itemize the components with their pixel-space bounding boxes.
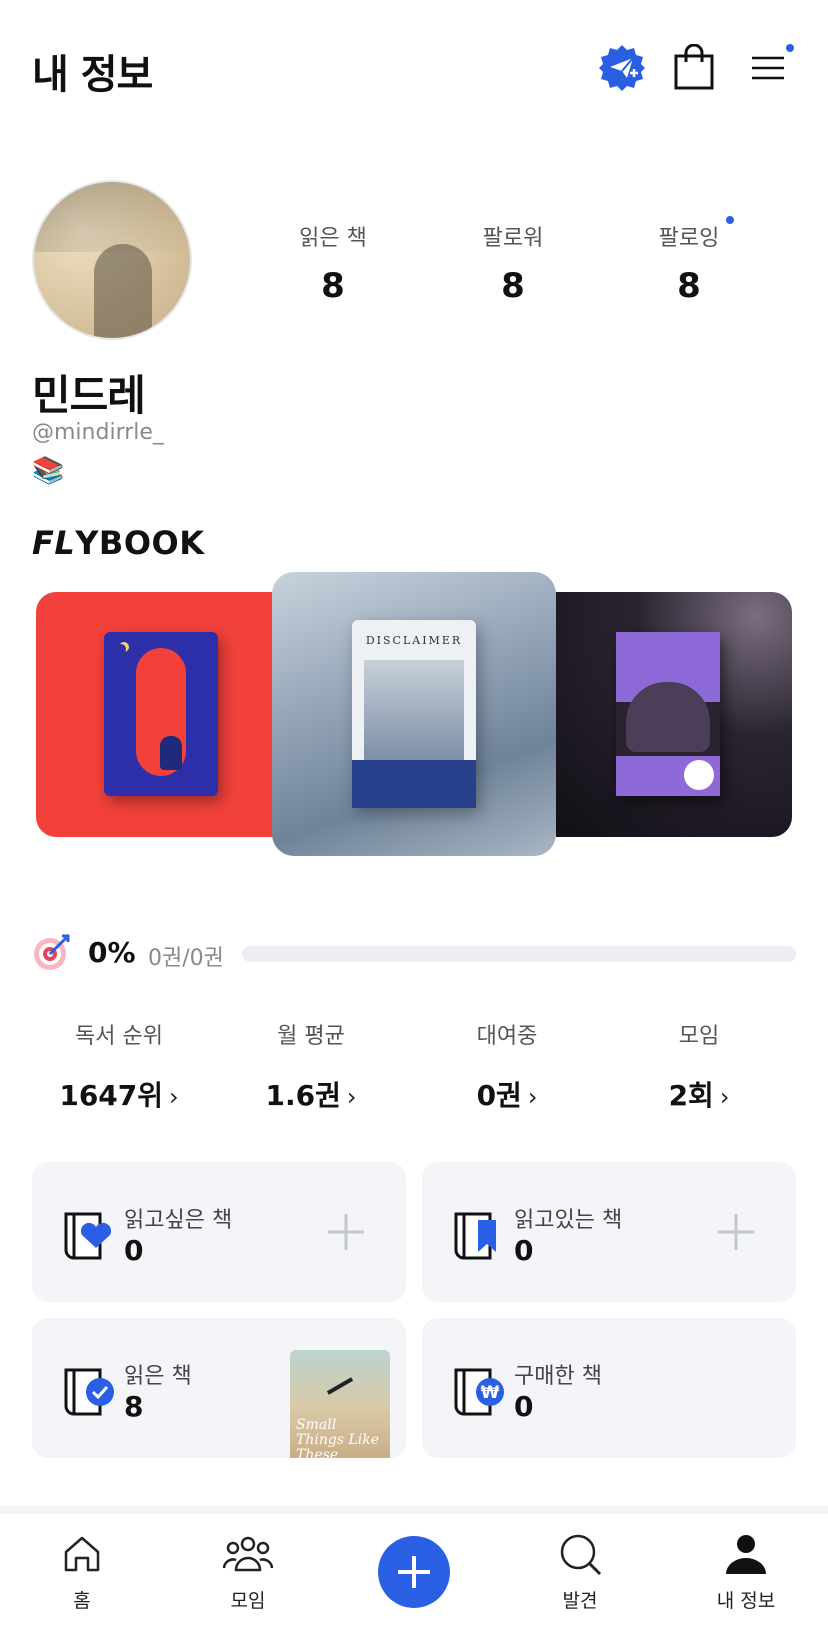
user-name: 민드레 bbox=[32, 371, 146, 420]
metric-label: 대여중 bbox=[476, 1024, 538, 1049]
shelf-purchased[interactable]: ₩ 구매한 책 0 bbox=[422, 1318, 796, 1458]
svg-text:₩: ₩ bbox=[481, 1383, 500, 1403]
stat-value: 8 bbox=[677, 266, 701, 306]
shelf-read[interactable]: 읽은 책 8 Small Things Like These bbox=[32, 1318, 406, 1458]
shelf-count: 0 bbox=[514, 1234, 534, 1267]
flybook-card[interactable] bbox=[556, 592, 792, 837]
plus-icon bbox=[398, 1556, 430, 1588]
chevron-right-icon: › bbox=[527, 1083, 538, 1111]
page-title: 내 정보 bbox=[32, 52, 153, 98]
avatar[interactable] bbox=[32, 180, 192, 340]
people-group-icon bbox=[222, 1536, 274, 1572]
hamburger-menu-icon bbox=[752, 56, 784, 80]
metric-value: 2회 › bbox=[668, 1079, 730, 1112]
menu-button[interactable] bbox=[740, 40, 796, 96]
metric-monthly-average[interactable]: 월 평균 1.6권 › bbox=[216, 1018, 406, 1114]
user-handle: @mindirrle_ bbox=[32, 420, 164, 445]
goal-count: 0권/0권 bbox=[148, 946, 224, 971]
add-icon[interactable] bbox=[716, 1212, 756, 1252]
shelf-label: 읽은 책 bbox=[124, 1364, 192, 1389]
shelf-book-thumbnail[interactable]: Small Things Like These bbox=[290, 1350, 390, 1458]
verified-badge-button[interactable] bbox=[594, 40, 650, 96]
metric-value: 0권 › bbox=[476, 1079, 538, 1112]
chevron-right-icon: › bbox=[346, 1083, 357, 1111]
shopping-bag-icon bbox=[674, 44, 714, 90]
flybook-card[interactable] bbox=[36, 592, 276, 837]
person-icon bbox=[726, 1535, 766, 1574]
flybook-title: FLYBOOK bbox=[32, 524, 205, 562]
nav-home[interactable]: 홈 bbox=[22, 1532, 142, 1613]
shopping-bag-button[interactable] bbox=[666, 40, 722, 96]
goal-progress-bar bbox=[242, 946, 796, 962]
following-notification-dot bbox=[726, 216, 734, 224]
stat-following[interactable]: 팔로잉 8 bbox=[614, 216, 764, 306]
shelf-count: 0 bbox=[514, 1390, 534, 1423]
header: 내 정보 bbox=[0, 0, 828, 140]
shelf-count: 0 bbox=[124, 1234, 144, 1267]
home-icon bbox=[64, 1536, 100, 1572]
shelf-count: 8 bbox=[124, 1390, 144, 1423]
metric-label: 모임 bbox=[678, 1024, 720, 1049]
nav-meetings[interactable]: 모임 bbox=[188, 1532, 308, 1613]
book-check-icon bbox=[64, 1368, 114, 1416]
shelf-want-to-read[interactable]: 읽고싶은 책 0 bbox=[32, 1162, 406, 1302]
book-cover bbox=[616, 632, 720, 796]
metric-label: 독서 순위 bbox=[75, 1024, 163, 1049]
goal-percent: 0% bbox=[88, 936, 136, 969]
nav-discover[interactable]: 발견 bbox=[520, 1532, 640, 1613]
reading-goal[interactable]: 0% 0권/0권 bbox=[32, 932, 796, 972]
nav-my-info[interactable]: 내 정보 bbox=[686, 1532, 806, 1613]
metric-reading-rank[interactable]: 독서 순위 1647위 › bbox=[24, 1018, 214, 1114]
stat-label: 팔로워 bbox=[482, 226, 544, 251]
metric-value: 1.6권 › bbox=[265, 1079, 357, 1112]
add-icon[interactable] bbox=[326, 1212, 366, 1252]
nav-divider bbox=[0, 1506, 828, 1514]
stat-value: 8 bbox=[501, 266, 525, 306]
chevron-right-icon: › bbox=[169, 1083, 179, 1111]
add-button[interactable] bbox=[378, 1536, 450, 1608]
nav-label: 발견 bbox=[562, 1590, 598, 1612]
bottom-navigation: 홈 모임 발견 내 정보 bbox=[0, 1514, 828, 1644]
verified-send-icon bbox=[599, 45, 645, 91]
metric-renting[interactable]: 대여중 0권 › bbox=[412, 1018, 602, 1114]
book-cover: DISCLAIMER bbox=[352, 620, 476, 808]
nav-label: 홈 bbox=[73, 1590, 91, 1612]
shelf-label: 읽고싶은 책 bbox=[124, 1208, 233, 1233]
user-bio-emoji: 📚 bbox=[32, 456, 65, 486]
book-won-icon: ₩ bbox=[454, 1368, 504, 1416]
flybook-card-active[interactable]: DISCLAIMER bbox=[272, 572, 556, 856]
metric-value: 1647위 › bbox=[59, 1079, 179, 1112]
stat-label: 읽은 책 bbox=[299, 226, 367, 251]
metric-meetings[interactable]: 모임 2회 › bbox=[604, 1018, 794, 1114]
shelf-reading[interactable]: 읽고있는 책 0 bbox=[422, 1162, 796, 1302]
nav-label: 모임 bbox=[230, 1590, 266, 1612]
search-icon bbox=[560, 1534, 602, 1576]
shelf-label: 읽고있는 책 bbox=[514, 1208, 623, 1233]
stat-followers[interactable]: 팔로워 8 bbox=[438, 220, 588, 306]
book-bookmark-icon bbox=[454, 1212, 496, 1260]
stat-books-read[interactable]: 읽은 책 8 bbox=[258, 220, 408, 306]
nav-label: 내 정보 bbox=[716, 1590, 776, 1612]
menu-notification-dot bbox=[786, 44, 794, 52]
book-heart-icon bbox=[64, 1212, 112, 1260]
stat-label: 팔로잉 bbox=[658, 226, 720, 251]
target-icon bbox=[34, 934, 70, 970]
chevron-right-icon: › bbox=[719, 1083, 730, 1111]
shelf-label: 구매한 책 bbox=[514, 1364, 602, 1389]
stat-value: 8 bbox=[321, 266, 345, 306]
book-cover bbox=[104, 632, 218, 796]
metric-label: 월 평균 bbox=[277, 1024, 345, 1049]
